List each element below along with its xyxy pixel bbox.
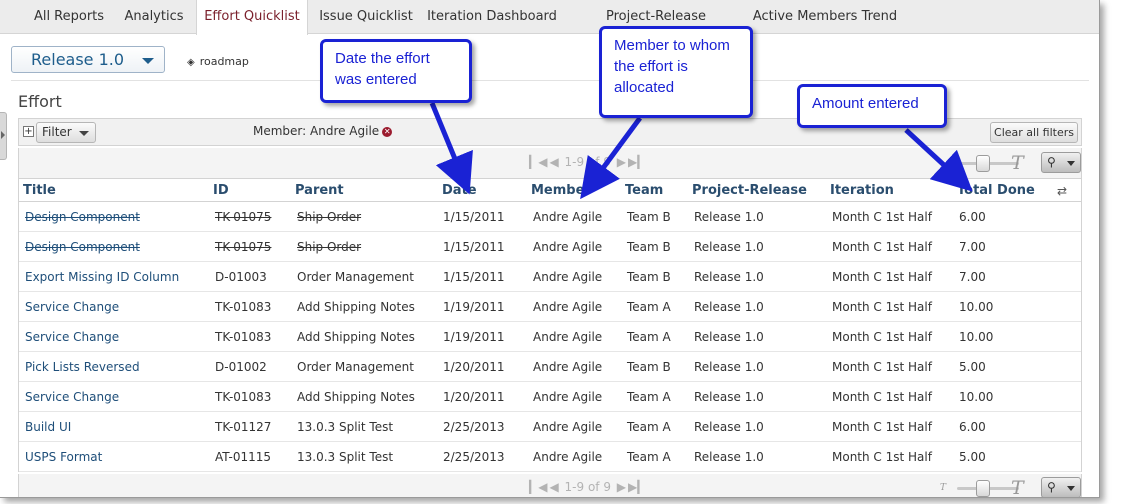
date-callout-arrow [429, 102, 473, 195]
date-callout: Date the effort was entered [320, 39, 472, 103]
callout-arrows [429, 102, 973, 200]
amount-callout-arrow [904, 128, 973, 192]
member-callout-arrow [580, 116, 643, 200]
amount-callout: Amount entered [797, 84, 947, 128]
member-callout: Member to whom the effort is allocated [599, 26, 753, 118]
app-frame: All Reports Analytics Effort Quicklist I… [0, 0, 1100, 498]
